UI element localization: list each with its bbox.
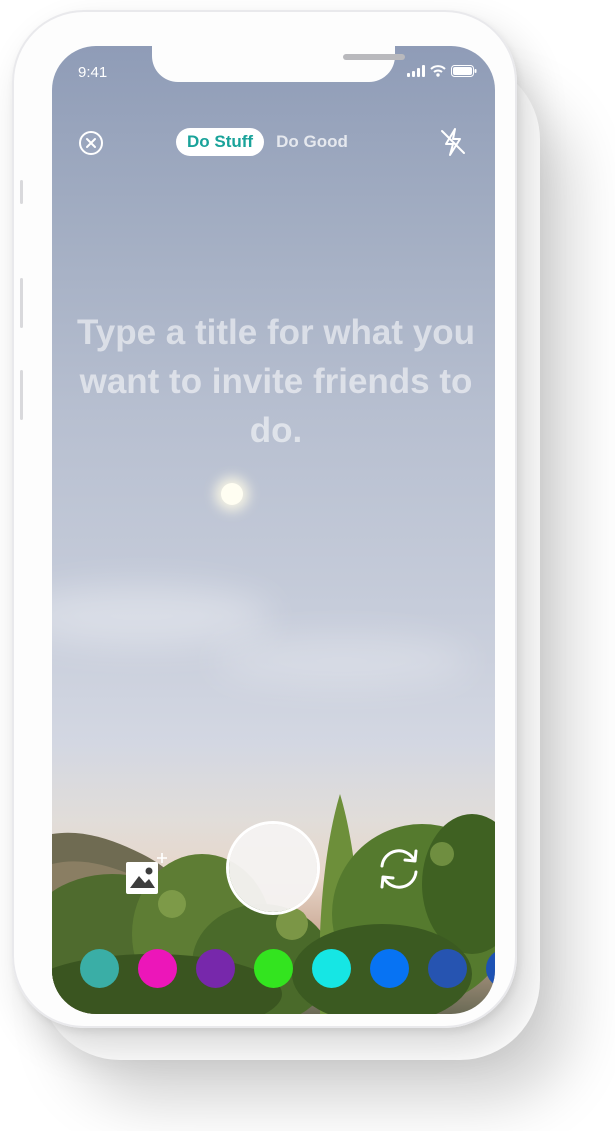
phone-frame: 9:41 Do Stuff Do Good Type a title for w… (12, 10, 517, 1028)
battery-icon (451, 65, 477, 77)
notch (152, 46, 405, 82)
cloud (212, 636, 472, 686)
color-swatch-teal[interactable] (80, 949, 119, 988)
tab-do-stuff[interactable]: Do Stuff (176, 128, 265, 156)
side-button (20, 180, 23, 204)
color-swatch-purple[interactable] (196, 949, 235, 988)
color-swatch-magenta[interactable] (138, 949, 177, 988)
status-icons (407, 65, 477, 77)
camera-screen: 9:41 Do Stuff Do Good Type a title for w… (52, 46, 495, 1014)
status-time: 9:41 (78, 64, 108, 81)
moon (221, 483, 243, 505)
color-swatch-navy[interactable] (486, 949, 495, 988)
color-swatch-green[interactable] (254, 949, 293, 988)
flash-off-icon[interactable] (438, 126, 468, 158)
tab-do-good[interactable]: Do Good (276, 132, 348, 152)
mode-tabs: Do Stuff Do Good (176, 128, 348, 156)
color-picker (80, 949, 495, 988)
camera-flip-icon[interactable] (374, 846, 424, 892)
add-photo-icon[interactable] (124, 852, 168, 896)
wifi-icon (430, 65, 446, 77)
shutter-button[interactable] (229, 824, 317, 912)
signal-icon (407, 65, 425, 77)
color-swatch-blue[interactable] (370, 949, 409, 988)
volume-down-button (20, 370, 23, 420)
cloud (52, 586, 272, 646)
color-swatch-cyan[interactable] (312, 949, 351, 988)
close-icon[interactable] (77, 129, 105, 157)
title-prompt[interactable]: Type a title for what you want to invite… (76, 308, 476, 455)
speaker (343, 54, 405, 60)
volume-up-button (20, 278, 23, 328)
color-swatch-dark-blue[interactable] (428, 949, 467, 988)
